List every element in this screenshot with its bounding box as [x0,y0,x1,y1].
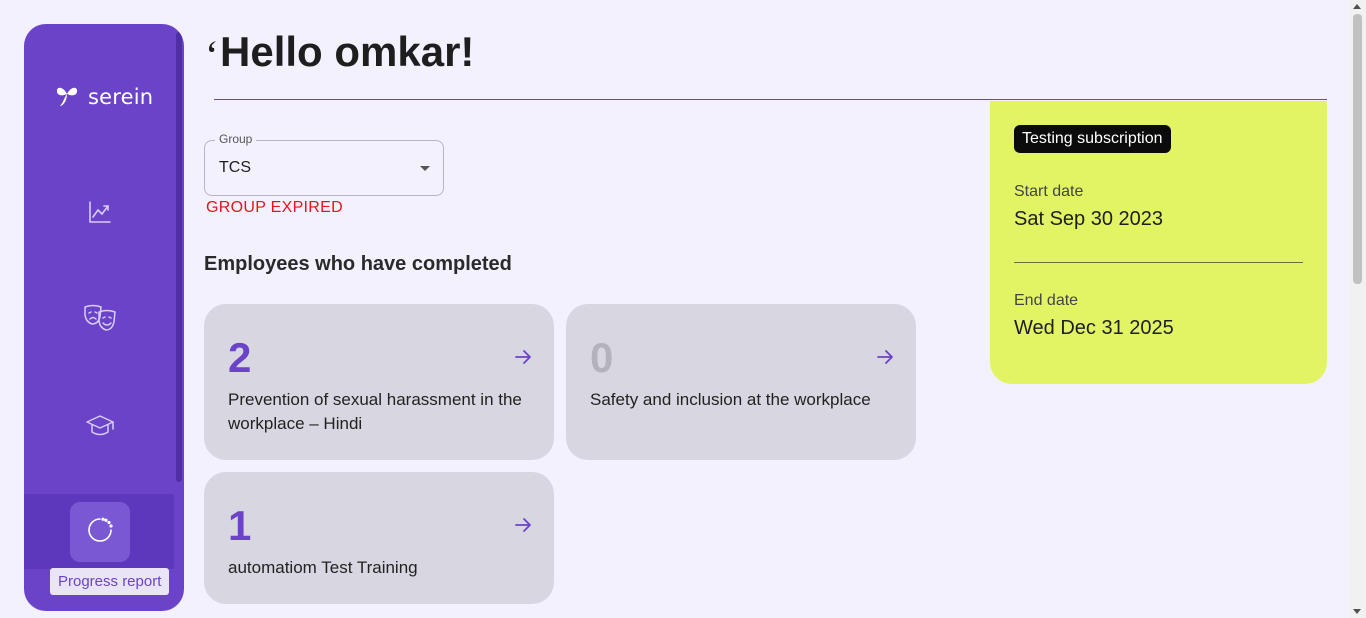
theater-masks-icon [83,303,117,337]
tooltip-progress-report: Progress report [50,568,170,595]
serein-logo-icon [54,82,80,112]
course-card[interactable]: 2 Prevention of sexual harassment in the… [204,304,554,460]
start-date-value: Sat Sep 30 2023 [1014,208,1164,230]
card-count: 2 [228,334,252,381]
subscription-divider [1014,262,1303,263]
group-select-label: Group [215,132,257,146]
arrow-right-icon [514,516,532,534]
scroll-down-icon[interactable] [1353,609,1361,614]
greeting-mark-icon [206,33,218,61]
chevron-down-icon [420,166,430,171]
sidebar-item-scenarios[interactable] [84,304,116,336]
subscription-panel: Testing subscription Start date Sat Sep … [990,101,1327,384]
end-date-value: Wed Dec 31 2025 [1014,317,1174,339]
group-select-value: TCS [219,159,251,176]
sidebar: serein Progress report [24,24,184,611]
page-scrollbar-thumb[interactable] [1353,14,1362,284]
sidebar-scrollbar[interactable] [176,32,182,482]
greeting-text: Hello omkar! [220,28,475,75]
scroll-up-icon[interactable] [1353,4,1361,9]
card-title: Safety and inclusion at the workplace [590,390,871,409]
brand-logo[interactable]: serein [54,82,153,112]
end-date-label: End date [1014,292,1079,309]
course-card[interactable]: 1 automatiom Test Training [204,472,554,604]
course-card[interactable]: 0 Safety and inclusion at the workplace [566,304,916,460]
header-divider [214,99,1327,100]
card-title: Prevention of sexual harassment in the w… [228,390,522,433]
progress-circle-icon [86,516,114,548]
card-count: 1 [228,502,252,549]
section-title: Employees who have completed [204,253,512,275]
sidebar-item-training[interactable] [84,412,116,444]
subscription-badge: Testing subscription [1014,125,1171,153]
card-title: automatiom Test Training [228,558,418,577]
graduation-cap-icon [85,413,115,443]
group-status: GROUP EXPIRED [206,199,343,216]
arrow-right-icon [876,348,894,366]
arrow-right-icon [514,348,532,366]
chart-icon [87,199,113,229]
sidebar-item-progress-report[interactable] [70,502,130,562]
page-scrollbar[interactable] [1349,0,1366,618]
sidebar-item-analytics[interactable] [84,198,116,230]
brand-name: serein [88,85,154,109]
group-select[interactable]: Group TCS [204,132,444,196]
start-date-label: Start date [1014,183,1084,200]
card-count: 0 [590,334,614,381]
page-title: Hello omkar! [206,28,474,76]
